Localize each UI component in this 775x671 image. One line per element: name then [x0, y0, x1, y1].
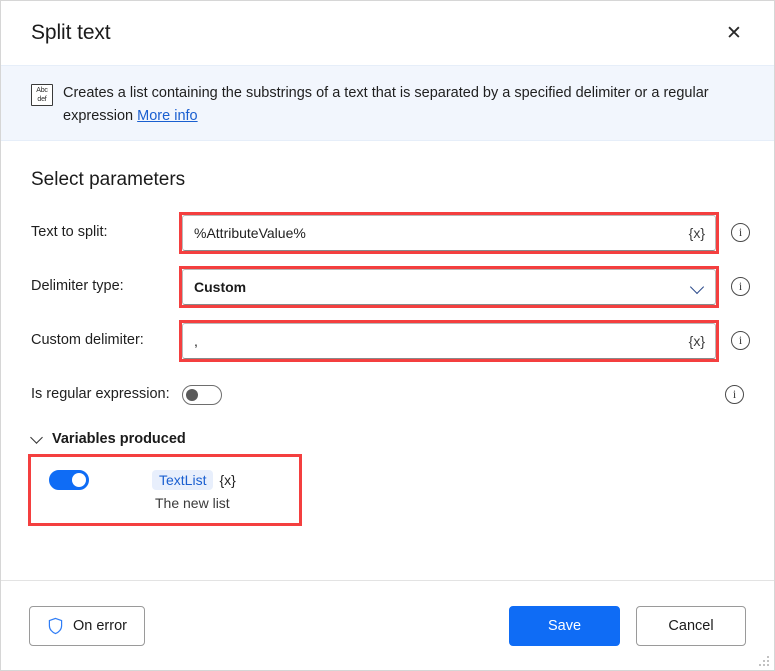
description-banner: Abc def Creates a list containing the su… — [1, 65, 774, 141]
info-icon-delimiter-type[interactable]: i — [731, 277, 750, 296]
variable-picker-icon[interactable]: {x} — [219, 472, 235, 488]
info-icon-is-regular-expression[interactable]: i — [725, 385, 744, 404]
is-regular-expression-toggle[interactable] — [182, 385, 222, 405]
delimiter-type-value: Custom — [194, 279, 685, 295]
section-title: Select parameters — [31, 169, 744, 191]
field-row-delimiter-type: Delimiter type: Custom i — [31, 269, 744, 305]
field-row-text-to-split: Text to split: %AttributeValue% {x} i — [31, 215, 744, 251]
page-title: Split text — [31, 21, 712, 45]
field-row-is-regular-expression: Is regular expression: i — [31, 377, 744, 413]
on-error-label: On error — [73, 618, 127, 634]
variable-picker-icon[interactable]: {x} — [689, 333, 705, 349]
variables-produced-label: Variables produced — [52, 431, 186, 447]
textlist-variable-chip[interactable]: TextList — [152, 470, 213, 490]
dialog-footer: On error Save Cancel — [1, 580, 774, 670]
textlist-variable-toggle[interactable] — [49, 470, 89, 490]
variables-produced-header[interactable]: Variables produced — [31, 431, 186, 447]
label-custom-delimiter: Custom delimiter: — [31, 323, 182, 348]
highlight-box-custom-delimiter: , {x} — [182, 323, 716, 359]
chevron-down-icon — [31, 433, 43, 445]
toggle-knob — [186, 389, 198, 401]
highlight-box-variables-produced: TextList {x} The new list — [31, 457, 299, 523]
chevron-down-icon[interactable] — [691, 280, 705, 294]
shield-icon — [47, 617, 64, 635]
save-label: Save — [548, 618, 581, 634]
text-to-split-input[interactable]: %AttributeValue% {x} — [182, 215, 716, 251]
abc-def-icon-bottom: def — [32, 95, 52, 104]
banner-text: Creates a list containing the substrings… — [63, 82, 744, 128]
textlist-variable-info: TextList {x} The new list — [152, 470, 236, 511]
textlist-variable-description: The new list — [155, 495, 230, 511]
more-info-link[interactable]: More info — [137, 108, 197, 124]
dialog-body: Select parameters Text to split: %Attrib… — [1, 141, 774, 580]
split-text-dialog: Split text ✕ Abc def Creates a list cont… — [0, 0, 775, 671]
save-button[interactable]: Save — [509, 606, 620, 646]
dialog-titlebar: Split text ✕ — [1, 1, 774, 65]
variable-picker-icon[interactable]: {x} — [689, 225, 705, 241]
delimiter-type-select[interactable]: Custom — [182, 269, 716, 305]
label-delimiter-type: Delimiter type: — [31, 269, 182, 294]
info-icon-text-to-split[interactable]: i — [731, 223, 750, 242]
highlight-box-text-to-split: %AttributeValue% {x} — [182, 215, 716, 251]
custom-delimiter-input[interactable]: , {x} — [182, 323, 716, 359]
abc-def-icon-top: Abc — [32, 86, 52, 95]
resize-grip[interactable] — [757, 654, 769, 666]
cancel-label: Cancel — [668, 618, 713, 634]
textlist-variable-name-line: TextList {x} — [152, 470, 236, 490]
label-text-to-split: Text to split: — [31, 215, 182, 240]
custom-delimiter-value: , — [194, 333, 683, 349]
toggle-knob — [72, 473, 86, 487]
close-button[interactable]: ✕ — [712, 13, 756, 53]
label-is-regular-expression: Is regular expression: — [31, 377, 182, 402]
cancel-button[interactable]: Cancel — [636, 606, 746, 646]
on-error-button[interactable]: On error — [29, 606, 145, 646]
abc-def-icon: Abc def — [31, 84, 53, 106]
field-row-custom-delimiter: Custom delimiter: , {x} i — [31, 323, 744, 359]
parameters-form: Text to split: %AttributeValue% {x} i De… — [31, 215, 744, 413]
close-icon: ✕ — [726, 24, 742, 43]
highlight-box-delimiter-type: Custom — [182, 269, 716, 305]
info-icon-custom-delimiter[interactable]: i — [731, 331, 750, 350]
text-to-split-value: %AttributeValue% — [194, 225, 683, 241]
